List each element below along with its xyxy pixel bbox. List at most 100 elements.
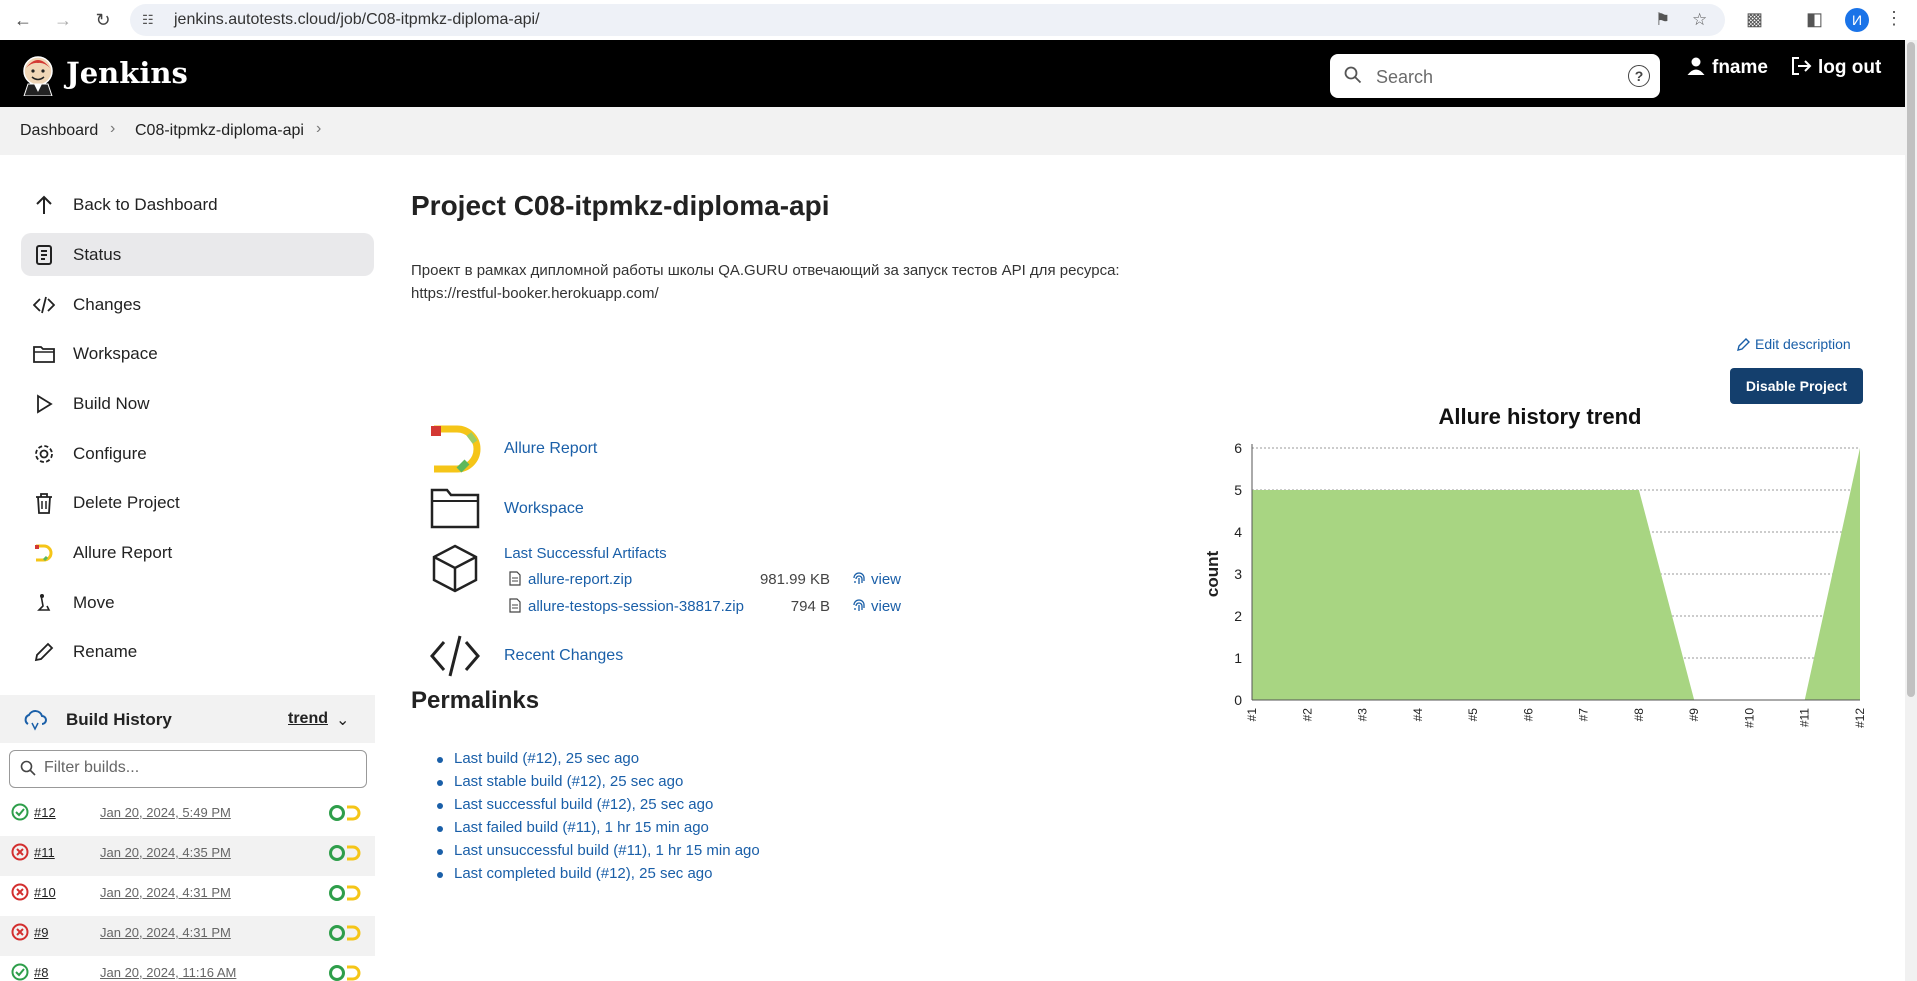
breadcrumb-project[interactable]: C08-itpmkz-diploma-api [135,122,304,140]
workspace-link[interactable]: Workspace [504,500,584,518]
allure-icon[interactable] [328,924,362,942]
permalink-item[interactable]: Last completed build (#12), 25 sec ago [434,865,760,888]
brand-name[interactable]: Jenkins [66,56,188,90]
site-info-icon[interactable]: ☷ [142,12,158,28]
disable-project-button[interactable]: Disable Project [1730,368,1863,404]
x-tick-label: #7 [1577,708,1591,722]
artifact-view-link[interactable]: view [871,598,901,615]
sidebar-item-changes[interactable]: Changes [21,283,374,326]
artifact-link[interactable]: allure-report.zip [528,571,632,588]
sidebar-item-configure[interactable]: Configure [21,432,374,475]
permalink-item[interactable]: Last unsuccessful build (#11), 1 hr 15 m… [434,842,760,865]
sidebar-item-label: Rename [73,642,138,661]
build-row[interactable]: #11 Jan 20, 2024, 4:35 PM [0,836,375,876]
chevron-right-icon[interactable]: › [316,120,321,138]
folder-icon [33,346,55,363]
side-panel-icon[interactable]: ◧ [1806,9,1823,30]
permalink-item[interactable]: Last stable build (#12), 25 sec ago [434,773,760,796]
browser-menu-icon[interactable]: ⋮ [1885,8,1903,29]
folder-icon[interactable] [429,482,481,534]
build-row[interactable]: #12 Jan 20, 2024, 5:49 PM [0,796,375,836]
permalinks-heading: Permalinks [411,687,540,714]
x-tick-label: #8 [1632,708,1646,722]
x-tick-label: #3 [1356,708,1370,722]
allure-icon[interactable] [328,804,362,822]
build-date[interactable]: Jan 20, 2024, 4:31 PM [100,925,231,940]
user-link[interactable]: fname [1686,56,1768,79]
filter-placeholder: Filter builds... [44,759,140,776]
allure-icon[interactable] [328,884,362,902]
address-bar[interactable]: ☷ jenkins.autotests.cloud/job/C08-itpmkz… [130,4,1725,36]
build-row[interactable]: #10 Jan 20, 2024, 4:31 PM [0,876,375,916]
y-tick-label: 3 [1234,566,1242,582]
jenkins-logo-icon[interactable] [18,54,58,96]
build-row[interactable]: #9 Jan 20, 2024, 4:31 PM [0,916,375,956]
back-arrow-icon[interactable]: ← [12,9,34,31]
permalink-item[interactable]: Last build (#12), 25 sec ago [434,750,760,773]
build-number[interactable]: #10 [34,885,56,900]
y-tick-label: 2 [1234,608,1242,624]
allure-report-icon[interactable] [429,424,481,476]
search-box[interactable]: Search ? [1330,54,1660,98]
sidebar-item-build-now[interactable]: Build Now [21,382,374,425]
sidebar-item-rename[interactable]: Rename [21,630,374,673]
page-title: Project C08-itpmkz-diploma-api [411,190,830,221]
allure-report-link[interactable]: Allure Report [504,440,597,458]
allure-icon [35,544,53,562]
build-date[interactable]: Jan 20, 2024, 5:49 PM [100,805,231,820]
code-icon[interactable] [429,630,481,682]
logout-link[interactable]: log out [1790,56,1881,79]
search-input[interactable]: Search [1376,67,1433,88]
breadcrumb-dashboard[interactable]: Dashboard [20,122,98,140]
page-scrollbar[interactable] [1905,40,1917,981]
build-date[interactable]: Jan 20, 2024, 4:35 PM [100,845,231,860]
build-history-header: Build History trend ⌄ [0,695,375,743]
artifact-size: 794 B [790,598,830,615]
fingerprint-icon[interactable] [852,571,866,586]
translate-icon[interactable]: ⚑ [1655,10,1670,30]
artifact-link[interactable]: allure-testops-session-38817.zip [528,598,744,615]
chevron-right-icon: › [110,120,116,137]
profile-avatar[interactable]: И [1845,8,1869,32]
scrollbar-thumb[interactable] [1907,42,1915,697]
x-tick-label: #6 [1521,708,1535,722]
artifact-row: allure-testops-session-38817.zip 794 B v… [509,598,901,615]
reload-icon[interactable]: ↻ [92,9,114,31]
last-successful-artifacts-link[interactable]: Last Successful Artifacts [504,545,667,562]
artifact-view-link[interactable]: view [871,571,901,588]
description-url: https://restful-booker.herokuapp.com/ [411,285,659,302]
permalink-item[interactable]: Last failed build (#11), 1 hr 15 min ago [434,819,760,842]
permalink-item[interactable]: Last successful build (#12), 25 sec ago [434,796,760,819]
build-number[interactable]: #12 [34,805,56,820]
allure-icon[interactable] [328,844,362,862]
user-name: fname [1712,57,1768,78]
package-icon[interactable] [429,542,481,594]
failure-icon [11,843,29,861]
fingerprint-icon[interactable] [852,598,866,613]
sidebar-item-label: Build Now [73,394,150,413]
allure-icon[interactable] [328,964,362,981]
build-number[interactable]: #11 [34,845,55,860]
sidebar-item-move[interactable]: Move [21,581,374,624]
extensions-icon[interactable]: ▩ [1746,9,1763,30]
edit-description-link[interactable]: Edit description [1737,336,1851,352]
build-number[interactable]: #8 [34,965,48,980]
build-history-cloud-icon [24,710,47,731]
help-icon[interactable]: ? [1628,65,1650,87]
build-date[interactable]: Jan 20, 2024, 4:31 PM [100,885,231,900]
build-row[interactable]: #8 Jan 20, 2024, 11:16 AM [0,956,375,981]
build-number[interactable]: #9 [34,925,48,940]
filter-builds-input[interactable]: Filter builds... [9,750,367,788]
trend-link[interactable]: trend [288,710,328,728]
sidebar-item-delete-project[interactable]: Delete Project [21,481,374,524]
recent-changes-link[interactable]: Recent Changes [504,647,623,665]
chevron-down-icon[interactable]: ⌄ [336,710,349,730]
sidebar-item-back-to-dashboard[interactable]: Back to Dashboard [21,183,374,226]
sidebar-item-status[interactable]: Status [21,233,374,276]
sidebar-item-allure-report[interactable]: Allure Report [21,531,374,574]
build-date[interactable]: Jan 20, 2024, 11:16 AM [100,965,236,980]
forward-arrow-icon[interactable]: → [52,9,74,31]
sidebar-item-workspace[interactable]: Workspace [21,332,374,375]
allure-history-trend-chart[interactable]: 0 1 2 3 4 5 6 #1 #2 #3 #4 #5 #6 #7 #8 #9 #10 #11 #12 count [1200,430,1880,740]
star-icon[interactable]: ☆ [1692,10,1707,30]
